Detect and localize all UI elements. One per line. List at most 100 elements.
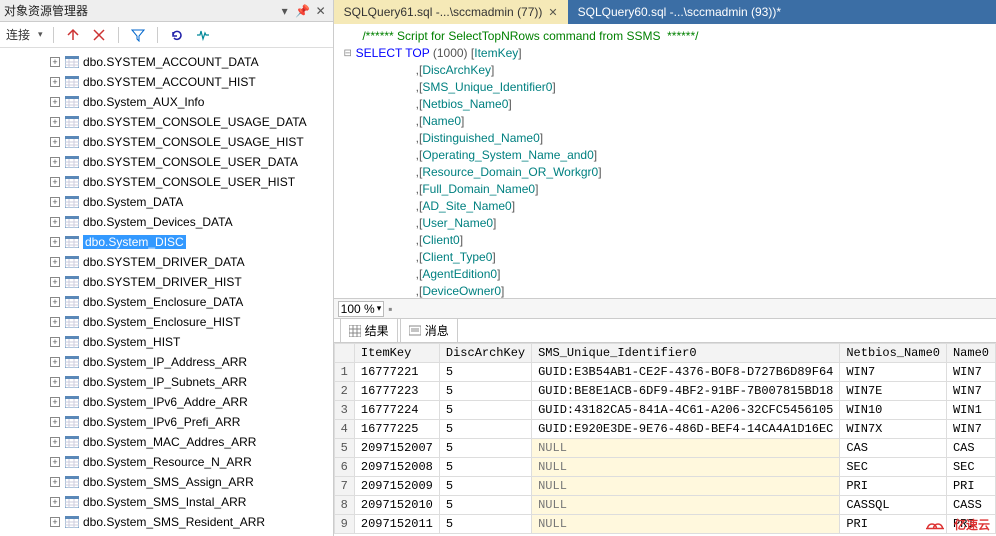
table-row[interactable]: 820971520105NULLCASSQLCASS — [334, 496, 995, 515]
connect-icon[interactable] — [64, 26, 82, 44]
tree-node[interactable]: +dbo.System_AUX_Info — [0, 92, 333, 112]
cell[interactable]: GUID:43182CA5-841A-4C61-A206-32CFC545610… — [532, 401, 840, 420]
tree-node[interactable]: +dbo.System_SMS_Assign_ARR — [0, 472, 333, 492]
table-row[interactable]: 520971520075NULLCASCAS — [334, 439, 995, 458]
expand-icon[interactable]: + — [50, 297, 60, 307]
pin-icon[interactable]: 📌 — [295, 3, 311, 19]
cell[interactable]: WIN7 — [946, 382, 995, 401]
cell[interactable]: WIN7E — [840, 382, 947, 401]
tree-node[interactable]: +dbo.System_SMS_Resident_ARR — [0, 512, 333, 532]
cell[interactable]: 5 — [439, 515, 531, 534]
tree-node[interactable]: +dbo.SYSTEM_CONSOLE_USAGE_DATA — [0, 112, 333, 132]
document-tab[interactable]: SQLQuery60.sql -...\sccmadmin (93))* — [568, 0, 791, 24]
tree-node[interactable]: +dbo.System_HIST — [0, 332, 333, 352]
expand-icon[interactable]: + — [50, 137, 60, 147]
expand-icon[interactable]: + — [50, 497, 60, 507]
expand-icon[interactable]: + — [50, 157, 60, 167]
table-row[interactable]: 1167772215GUID:E3B54AB1-CE2F-4376-BOF8-D… — [334, 363, 995, 382]
expand-icon[interactable]: + — [50, 77, 60, 87]
expand-icon[interactable]: + — [50, 437, 60, 447]
cell[interactable]: 2097152008 — [354, 458, 439, 477]
cell[interactable]: WIN7X — [840, 420, 947, 439]
tree-node[interactable]: +dbo.System_IP_Subnets_ARR — [0, 372, 333, 392]
cell[interactable]: NULL — [532, 477, 840, 496]
expand-icon[interactable]: + — [50, 277, 60, 287]
cell[interactable]: PRI — [946, 477, 995, 496]
tree-node[interactable]: +dbo.System_Enclosure_DATA — [0, 292, 333, 312]
table-row[interactable]: 4167772255GUID:E920E3DE-9E76-486D-BEF4-1… — [334, 420, 995, 439]
cell[interactable]: CASSQL — [840, 496, 947, 515]
expand-icon[interactable]: + — [50, 57, 60, 67]
table-row[interactable]: 920971520115NULLPRIPRI — [334, 515, 995, 534]
tree-node[interactable]: +dbo.System_IP_Address_ARR — [0, 352, 333, 372]
tree-node[interactable]: +dbo.SYSTEM_DRIVER_DATA — [0, 252, 333, 272]
tree-view[interactable]: +dbo.SYSTEM_ACCOUNT_DATA+dbo.SYSTEM_ACCO… — [0, 48, 333, 536]
expand-icon[interactable]: + — [50, 397, 60, 407]
zoom-dropdown[interactable]: 100 % ▾ — [338, 301, 385, 317]
tree-node[interactable]: +dbo.System_DISC — [0, 232, 333, 252]
cell[interactable]: NULL — [532, 458, 840, 477]
messages-tab[interactable]: 消息 — [400, 318, 458, 342]
cell[interactable]: WIN7 — [840, 363, 947, 382]
cell[interactable]: 2097152009 — [354, 477, 439, 496]
expand-icon[interactable]: + — [50, 477, 60, 487]
results-tab[interactable]: 结果 — [340, 318, 398, 342]
cell[interactable]: CAS — [840, 439, 947, 458]
cell[interactable]: 16777225 — [354, 420, 439, 439]
tab-close-icon[interactable]: ✕ — [548, 6, 557, 19]
expand-icon[interactable]: + — [50, 357, 60, 367]
column-header[interactable]: Name0 — [946, 344, 995, 363]
tree-node[interactable]: +dbo.SYSTEM_CONSOLE_USER_HIST — [0, 172, 333, 192]
table-row[interactable]: 3167772245GUID:43182CA5-841A-4C61-A206-3… — [334, 401, 995, 420]
tree-node[interactable]: +dbo.System_SMS_Instal_ARR — [0, 492, 333, 512]
cell[interactable]: 5 — [439, 420, 531, 439]
cell[interactable]: 5 — [439, 401, 531, 420]
sql-editor[interactable]: /****** Script for SelectTopNRows comman… — [334, 24, 996, 299]
connect-label[interactable]: 连接 — [6, 26, 30, 43]
expand-icon[interactable]: + — [50, 257, 60, 267]
cell[interactable]: 2097152011 — [354, 515, 439, 534]
filter-icon[interactable] — [129, 26, 147, 44]
column-header[interactable]: Netbios_Name0 — [840, 344, 947, 363]
table-row[interactable]: 720971520095NULLPRIPRI — [334, 477, 995, 496]
tree-node[interactable]: +dbo.System_IPv6_Addre_ARR — [0, 392, 333, 412]
cell[interactable]: 16777223 — [354, 382, 439, 401]
cell[interactable]: GUID:E3B54AB1-CE2F-4376-BOF8-D727B6D89F6… — [532, 363, 840, 382]
close-icon[interactable]: ✕ — [313, 3, 329, 19]
cell[interactable]: WIN10 — [840, 401, 947, 420]
tree-node[interactable]: +dbo.System_DATA — [0, 192, 333, 212]
tree-node[interactable]: +dbo.System_IPv6_Prefi_ARR — [0, 412, 333, 432]
cell[interactable]: 5 — [439, 439, 531, 458]
cell[interactable]: CASS — [946, 496, 995, 515]
cell[interactable]: SEC — [946, 458, 995, 477]
cell[interactable]: WIN7 — [946, 363, 995, 382]
tree-node[interactable]: +dbo.System_MAC_Addres_ARR — [0, 432, 333, 452]
tree-node[interactable]: +dbo.System_Resource_N_ARR — [0, 452, 333, 472]
table-row[interactable]: 620971520085NULLSECSEC — [334, 458, 995, 477]
tree-node[interactable]: +dbo.SYSTEM_ACCOUNT_DATA — [0, 52, 333, 72]
tree-node[interactable]: +dbo.SYSTEM_CONSOLE_USAGE_HIST — [0, 132, 333, 152]
cell[interactable]: 2097152010 — [354, 496, 439, 515]
cell[interactable]: WIN7 — [946, 420, 995, 439]
cell[interactable]: PRI — [840, 477, 947, 496]
cell[interactable]: GUID:E920E3DE-9E76-486D-BEF4-14CA4A1D16E… — [532, 420, 840, 439]
cell[interactable]: SEC — [840, 458, 947, 477]
cell[interactable]: 5 — [439, 363, 531, 382]
table-row[interactable]: 2167772235GUID:BE8E1ACB-6DF9-4BF2-91BF-7… — [334, 382, 995, 401]
cell[interactable]: 5 — [439, 382, 531, 401]
cell[interactable]: 2097152007 — [354, 439, 439, 458]
cell[interactable]: PRI — [840, 515, 947, 534]
dropdown-icon[interactable]: ▾ — [277, 3, 293, 19]
results-grid[interactable]: ItemKeyDiscArchKeySMS_Unique_Identifier0… — [334, 343, 996, 536]
expand-icon[interactable]: + — [50, 337, 60, 347]
expand-icon[interactable]: + — [50, 377, 60, 387]
expand-icon[interactable]: + — [50, 457, 60, 467]
cell[interactable]: 16777224 — [354, 401, 439, 420]
expand-icon[interactable]: + — [50, 217, 60, 227]
tree-node[interactable]: +dbo.SYSTEM_ACCOUNT_HIST — [0, 72, 333, 92]
tree-node[interactable]: +dbo.SYSTEM_CONSOLE_USER_DATA — [0, 152, 333, 172]
expand-icon[interactable]: + — [50, 237, 60, 247]
cell[interactable]: GUID:BE8E1ACB-6DF9-4BF2-91BF-7B007815BD1… — [532, 382, 840, 401]
cell[interactable]: 16777221 — [354, 363, 439, 382]
column-header[interactable]: DiscArchKey — [439, 344, 531, 363]
